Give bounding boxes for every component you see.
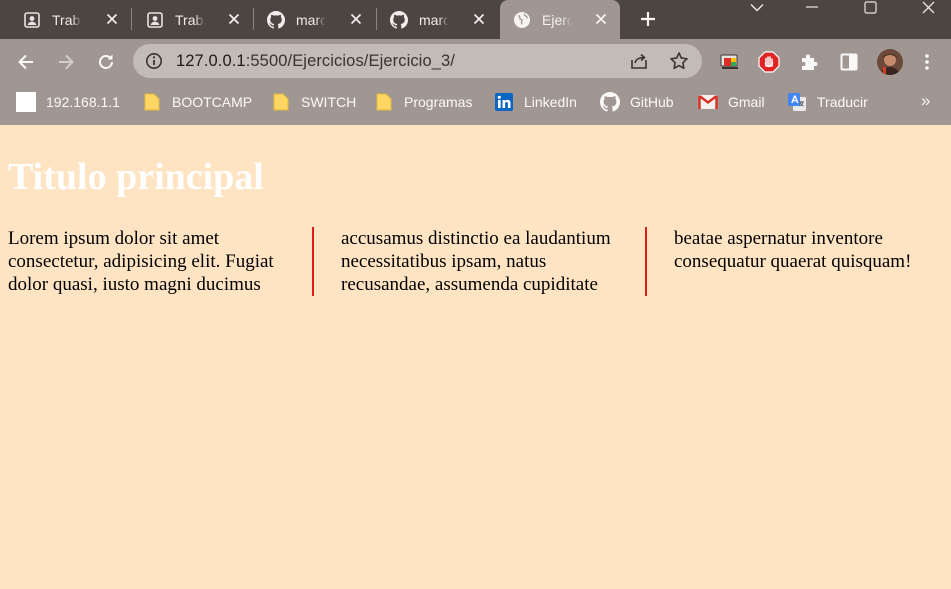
url-text[interactable]: 127.0.0.1:5500/Ejercicios/Ejercicio_3/ [176,52,455,71]
extensions-puzzle-icon[interactable] [797,50,821,74]
cast-extension-icon[interactable] [718,50,742,74]
gmail-icon [698,92,718,112]
minimize-icon [806,6,818,8]
multi-column-paragraph: Lorem ipsum dolor sit amet consectetur, … [8,228,912,295]
github-icon [267,10,285,29]
close-tab-icon[interactable] [592,10,610,28]
reload-icon [99,54,113,69]
share-icon[interactable] [629,51,649,71]
account-box-icon [146,11,164,29]
forward-button[interactable] [54,50,78,74]
close-icon [922,1,934,13]
tab-marcos-2[interactable]: marcos [377,0,498,39]
url-path: :5500/Ejercicios/Ejercicio_3/ [245,52,455,70]
close-window-button[interactable] [913,0,943,14]
bookmark-label: Programas [404,94,473,110]
tab-trabajos-2[interactable]: Trabajos [132,0,253,39]
page-content: Titulo principal Lorem ipsum dolor sit a… [0,125,951,589]
linkedin-icon [494,92,514,112]
bookmark-linkedin[interactable]: LinkedIn [494,92,577,112]
account-box-icon [23,11,41,29]
bookmark-label: 192.168.1.1 [46,94,120,110]
github-icon [600,92,620,112]
maximize-icon [863,0,877,14]
address-bar[interactable]: 127.0.0.1:5500/Ejercicios/Ejercicio_3/ [133,44,702,78]
chevron-down-icon [750,3,764,12]
bookmark-label: Gmail [728,94,765,110]
bookmark-label: SWITCH [301,94,357,110]
page-title: Titulo principal [8,156,264,198]
bookmark-label: BOOTCAMP [172,94,253,110]
folder-icon [374,92,394,112]
bookmark-traducir[interactable]: Traducir [787,92,868,112]
new-tab-button[interactable] [637,8,659,30]
tab-title: marcos [296,11,326,28]
tab-search-button[interactable] [742,0,772,14]
bookmark-programas[interactable]: Programas [374,92,472,112]
browser-toolbar: 127.0.0.1:5500/Ejercicios/Ejercicio_3/ [0,39,951,85]
bookmarks-bar: 192.168.1.1 BOOTCAMP SWITCH Programas Li… [0,85,951,125]
close-tab-icon[interactable] [347,10,365,28]
bookmark-switch[interactable]: SWITCH [271,92,356,112]
side-panel-icon[interactable] [837,50,861,74]
reload-button[interactable] [94,50,118,74]
bookmark-bootcamp[interactable]: BOOTCAMP [142,92,252,112]
bookmark-192-168-1-1[interactable]: 192.168.1.1 [16,92,120,112]
kebab-menu-icon [925,54,929,70]
minimize-button[interactable] [797,0,827,14]
github-icon [390,10,408,29]
adblock-extension-icon[interactable] [757,50,781,74]
url-host: 127.0.0.1 [176,52,246,70]
plus-icon [641,12,655,26]
bookmark-label: Traducir [817,94,868,110]
tab-strip: Trabajos Trabajos marcos marcos [0,0,951,39]
blank-page-icon [16,92,36,112]
tab-marcos-1[interactable]: marcos [254,0,375,39]
back-button[interactable] [14,50,38,74]
bookmark-label: LinkedIn [524,94,577,110]
bookmark-label: GitHub [630,94,674,110]
arrow-right-icon [59,54,74,70]
globe-icon [513,11,531,29]
close-tab-icon[interactable] [225,10,243,28]
avatar[interactable] [877,49,903,75]
tab-trabajos-1[interactable]: Trabajos [10,0,131,39]
bookmark-gmail[interactable]: Gmail [698,92,765,112]
tab-title: Trabajos [175,11,205,28]
tab-ejercicio-3[interactable]: Ejercicio_3 [500,0,620,39]
tab-title: Ejercicio_3 [542,11,572,28]
close-tab-icon[interactable] [470,10,488,28]
arrow-left-icon [18,54,33,70]
folder-icon [271,92,291,112]
browser-menu-button[interactable] [917,50,937,74]
info-icon[interactable] [145,52,163,70]
google-translate-icon [787,92,807,112]
tab-title: Trabajos [52,11,82,28]
bookmarks-overflow-button[interactable]: » [921,91,935,111]
maximize-button[interactable] [855,0,885,14]
close-tab-icon[interactable] [103,10,121,28]
folder-icon [142,92,162,112]
tab-title: marcos [419,11,449,28]
bookmark-github[interactable]: GitHub [600,92,674,112]
bookmark-star-icon[interactable] [669,51,689,71]
